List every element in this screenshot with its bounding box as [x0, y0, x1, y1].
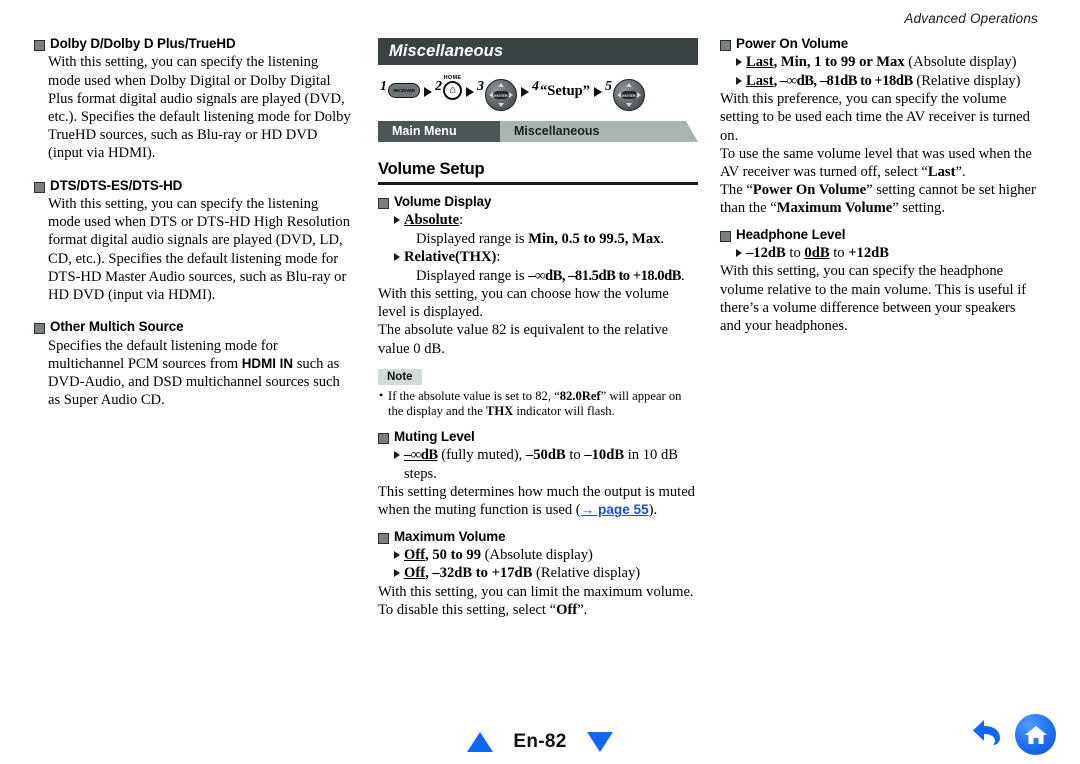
- right-column: Power On Volume Last, Min, 1 to 99 or Ma…: [720, 36, 1040, 335]
- step-number-1: 1: [380, 79, 387, 94]
- step-number-2: 2: [435, 79, 442, 94]
- step-arrow-icon: [424, 87, 432, 97]
- paragraph-dts: With this setting, you can specify the l…: [48, 196, 350, 304]
- paragraph-power-on-2: To use the same volume level that was us…: [720, 145, 1032, 181]
- home-button-label: HOME: [443, 75, 462, 81]
- dpad-down-icon: [625, 103, 632, 107]
- dpad-right-icon: [636, 92, 641, 98]
- step-sequence: 1 RECEIVER 2 HOME ⌂ 3 ENTER 4 “Setup” 5: [378, 75, 698, 117]
- option-muting-level: –∞dB (fully muted), –50dB to –10dB in 10…: [378, 446, 698, 483]
- page-number-label: En-82: [513, 731, 567, 752]
- receiver-button-label: RECEIVER: [393, 87, 415, 94]
- heading-dolby: Dolby D/Dolby D Plus/TrueHD: [34, 36, 354, 52]
- step-number-5: 5: [604, 79, 612, 94]
- option-max-volume-absolute: Off, 50 to 99 (Absolute display): [378, 546, 698, 564]
- option-relative-thx-detail: Displayed range is –∞dB, –81.5dB to +18.…: [416, 267, 685, 284]
- home-icon[interactable]: [1015, 714, 1056, 755]
- paragraph-volume-display-2: The absolute value 82 is equivalent to t…: [378, 322, 669, 357]
- paragraph-headphone-level: With this setting, you can specify the h…: [720, 263, 1027, 335]
- section-rule: [378, 182, 698, 185]
- dpad-enter-icon: ENTER: [612, 79, 645, 111]
- heading-dts: DTS/DTS-ES/DTS-HD: [34, 178, 354, 194]
- note-text: If the absolute value is set to 82, “82.…: [378, 388, 698, 420]
- paragraph-power-on-3: The “Power On Volume” setting cannot be …: [720, 182, 1036, 217]
- option-power-on-relative: Last, –∞dB, –81dB to +18dB (Relative dis…: [720, 72, 1040, 90]
- paragraph-maximum-volume-1: With this setting, you can limit the max…: [378, 583, 694, 600]
- home-glyph-icon: ⌂: [443, 81, 462, 100]
- running-header: Advanced Operations: [904, 11, 1038, 26]
- note-box: Note If the absolute value is set to 82,…: [378, 367, 698, 420]
- footer-buttons: [970, 714, 1056, 755]
- dpad-up-icon: [625, 83, 632, 87]
- dpad-up-icon: [498, 83, 504, 87]
- dpad-right-icon: [509, 92, 513, 98]
- triangle-down-icon[interactable]: [586, 732, 613, 752]
- dpad-left-icon: [489, 92, 493, 98]
- dpad-down-icon: [498, 103, 504, 107]
- step-arrow-icon: [593, 87, 602, 97]
- paragraph-other-multich-source: Specifies the default listening mode for…: [48, 337, 340, 409]
- option-relative-thx: Relative(THX):: [378, 248, 698, 266]
- step-setup-label: “Setup”: [540, 83, 590, 99]
- middle-column: Miscellaneous 1 RECEIVER 2 HOME ⌂ 3 ENTE…: [378, 38, 698, 619]
- heading-muting-level: Muting Level: [378, 429, 698, 445]
- breadcrumb-label-main-menu: Main Menu: [392, 124, 457, 138]
- section-title-volume-setup: Volume Setup: [378, 160, 485, 178]
- step-arrow-icon: [466, 87, 474, 97]
- note-badge: Note: [378, 368, 422, 385]
- heading-headphone-level: Headphone Level: [720, 227, 1040, 243]
- heading-other-multich-source: Other Multich Source: [34, 319, 354, 335]
- paragraph-muting-level: This setting determines how much the out…: [378, 484, 695, 519]
- receiver-button-icon: RECEIVER: [388, 83, 420, 98]
- step-number-3: 3: [477, 79, 484, 94]
- triangle-up-icon[interactable]: [467, 732, 494, 752]
- hdmi-in-bold: HDMI IN: [241, 355, 294, 371]
- left-column: Dolby D/Dolby D Plus/TrueHD With this se…: [34, 36, 354, 409]
- chapter-title: Miscellaneous: [389, 42, 504, 60]
- heading-volume-display: Volume Display: [378, 194, 698, 210]
- heading-power-on-volume: Power On Volume: [720, 36, 1040, 52]
- heading-maximum-volume: Maximum Volume: [378, 529, 698, 545]
- breadcrumb-label-miscellaneous: Miscellaneous: [514, 124, 600, 138]
- step-number-4: 4: [532, 79, 539, 94]
- paragraph-maximum-volume-2: To disable this setting, select “Off”.: [378, 602, 588, 619]
- option-absolute-detail: Displayed range is Min, 0.5 to 99.5, Max…: [416, 230, 665, 247]
- dpad-icon: ENTER: [485, 79, 517, 111]
- breadcrumb: Main Menu Miscellaneous: [378, 121, 698, 142]
- option-absolute: Absolute:: [378, 211, 698, 229]
- link-page-55[interactable]: → page 55: [581, 502, 649, 517]
- paragraph-volume-display-1: With this setting, you can choose how th…: [378, 286, 669, 321]
- page-navigation: En-82: [0, 731, 1080, 753]
- page-footer: En-82: [0, 704, 1080, 764]
- option-headphone-level: –12dB to 0dB to +12dB: [720, 244, 1040, 262]
- dpad-left-icon: [616, 92, 621, 98]
- dpad-enter-label: ENTER: [621, 91, 637, 99]
- dpad-enter-label: ENTER: [493, 91, 509, 99]
- back-arrow-icon[interactable]: [970, 717, 1004, 752]
- step-arrow-icon: [521, 87, 529, 97]
- paragraph-dolby: With this setting, you can specify the l…: [48, 54, 351, 162]
- option-max-volume-relative: Off, –32dB to +17dB (Relative display): [378, 564, 698, 582]
- chapter-title-bar: Miscellaneous: [378, 38, 698, 65]
- home-button-icon: HOME ⌂: [443, 75, 462, 100]
- paragraph-power-on-1: With this preference, you can specify th…: [720, 91, 1030, 144]
- document-page: Advanced Operations Dolby D/Dolby D Plus…: [0, 0, 1080, 764]
- option-power-on-absolute: Last, Min, 1 to 99 or Max (Absolute disp…: [720, 53, 1040, 71]
